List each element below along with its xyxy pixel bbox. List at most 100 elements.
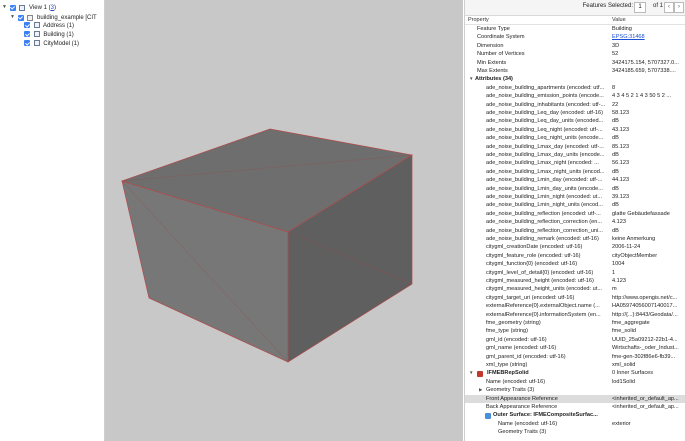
table-row[interactable]: Dimension 3D (465, 42, 685, 50)
table-row[interactable]: ade_noise_building_Lmin_night (encoded: … (465, 193, 685, 201)
table-row[interactable]: externalReference{0}.externalObject.name… (465, 302, 685, 310)
table-row[interactable]: ▼Outer Surface: IFMECompositeSurfac... (465, 411, 685, 419)
table-row[interactable]: Max Extents 3424185.659, 5707338.... (465, 67, 685, 75)
table-row[interactable]: Coordinate System EPSG:31468 (465, 33, 685, 41)
property-name: Dimension (477, 42, 504, 49)
property-name: ade_noise_building_Lmin_night_units (enc… (486, 202, 603, 209)
property-value: fme_aggregate (612, 320, 650, 326)
table-row[interactable]: Feature Type Building (465, 25, 685, 33)
property-value: exterior (612, 420, 631, 427)
tree-item-view[interactable]: ▼ View 1 (3) (2, 3, 56, 12)
property-value: dB (612, 185, 619, 192)
table-row[interactable]: citygml_creationDate (encoded: utf-16) 20… (465, 243, 685, 251)
chevron-down-icon[interactable]: ▼ (10, 13, 16, 22)
tree-item-citymodel[interactable]: CityModel (1) (24, 40, 79, 49)
table-row[interactable]: gml_parent_id (encoded: utf-16) fme-gen-3… (465, 353, 685, 361)
table-row[interactable]: xml_type (string) xml_solid (465, 361, 685, 369)
tree-item-dataset[interactable]: ▼ building_example [CIT (10, 13, 97, 22)
table-row[interactable]: ade_noise_building_Leq_night (encoded: u… (465, 126, 685, 134)
property-value: Building (612, 26, 632, 32)
property-name: ade_noise_building_reflection_correction… (486, 219, 602, 226)
chevron-down-icon[interactable]: ▼ (469, 75, 473, 83)
property-name: citygml_function{0} (encoded: utf-16) (486, 261, 578, 268)
table-row[interactable]: citygml_measured_height_units (encoded: … (465, 285, 685, 293)
chevron-down-icon[interactable]: ▼ (2, 3, 8, 12)
table-row[interactable]: citygml_measured_height (encoded: utf-16… (465, 277, 685, 285)
table-row[interactable]: externalReference{0}.informationSystem (… (465, 311, 685, 319)
property-value: HA0597405600714001​7... (612, 303, 678, 310)
property-name: ade_noise_building_Lmin_day_units (encod… (486, 185, 603, 192)
chevron-down-icon[interactable]: ▼ (469, 369, 473, 377)
checkbox-icon[interactable] (17, 14, 24, 21)
property-value: 1 (612, 269, 616, 276)
property-value: fme_solid (612, 328, 636, 335)
table-row[interactable]: citygml_target_uri (encoded: utf-16) http… (465, 294, 685, 302)
table-row[interactable]: ▼ Attributes (34) (465, 75, 685, 83)
next-button[interactable]: › (674, 2, 684, 13)
table-row[interactable]: ade_noise_building_Leq_night_units (enco… (465, 134, 685, 142)
table-row[interactable]: ade_noise_building_remark (encoded: utf-… (465, 235, 685, 243)
table-row[interactable]: ▶ Geometry Traits (3) (465, 386, 685, 394)
page-number-input[interactable]: 1 (634, 2, 646, 13)
property-name: ade_noise_building_emission_points (enco… (486, 93, 604, 100)
table-row[interactable]: ade_noise_building_Lmax_day_units (encod… (465, 151, 685, 159)
table-row[interactable]: ade_noise_building_reflection_correction… (465, 218, 685, 226)
table-row[interactable]: ade_noise_building_emission_points (enco… (465, 92, 685, 100)
table-row[interactable]: Number of Vertices 52 (465, 50, 685, 58)
property-value: fme-gen-302f86e6-fb39... (612, 353, 676, 360)
property-name: xml_type (string) (486, 362, 528, 368)
table-row[interactable]: citygml_feature_role (encoded: utf-16) ci… (465, 252, 685, 260)
table-row[interactable]: ade_noise_building_reflection (encoded: … (465, 210, 685, 218)
coordinate-system-link[interactable]: EPSG:31468 (612, 33, 684, 41)
checkbox-icon[interactable] (24, 40, 30, 47)
column-header-property[interactable]: Property (468, 16, 489, 24)
tree-item-building[interactable]: Building (1) (24, 31, 74, 40)
3d-viewport[interactable] (105, 0, 463, 441)
tree-item-address[interactable]: Address (1) (24, 22, 74, 31)
table-row[interactable]: ade_noise_building_Lmax_day (encoded: ut… (465, 143, 685, 151)
property-value: dB (612, 135, 619, 142)
table-row[interactable]: gml_name (encoded: utf-16) Wirtschafts-_o… (465, 344, 685, 352)
property-value: 4.123 (612, 278, 626, 284)
table-row[interactable]: Geometry Traits (3) (465, 428, 685, 436)
property-value: xml_solid (612, 362, 636, 368)
table-row[interactable]: citygml_function{0} (encoded: utf-16) 100… (465, 260, 685, 268)
property-value: http://{...}:8443/Geodata/... (612, 311, 678, 318)
column-header-value[interactable]: Value (612, 16, 626, 24)
table-row[interactable]: ade_noise_building_apartments (encoded: … (465, 84, 685, 92)
features-selected-label: Features Selected: (582, 3, 633, 9)
table-row[interactable]: ade_noise_building_reflection_correction… (465, 227, 685, 235)
table-row[interactable]: Name (encoded: utf-16) exterior (465, 420, 685, 428)
table-row[interactable]: fme_geometry (string) fme_aggregate (465, 319, 685, 327)
property-value: glatte Gebäudefassade (612, 210, 670, 217)
table-row[interactable]: ade_noise_building_Lmin_day_units (encod… (465, 185, 685, 193)
property-name: Feature Type (477, 26, 510, 32)
property-name: externalReference{0}.externalObject.name… (486, 303, 600, 310)
property-value: Wirtschafts-_oder_Indust... (612, 345, 679, 352)
checkbox-icon[interactable] (24, 22, 30, 29)
table-row[interactable]: ▼ IFMEBRepSolid 0 Inner Surfaces (465, 369, 685, 377)
layers-tree-panel: ▼ View 1 (3) ▼ building_example [CIT Add… (0, 0, 105, 441)
checkbox-icon[interactable] (24, 31, 30, 38)
table-row[interactable]: ade_noise_building_inhabitants (encoded:… (465, 101, 685, 109)
table-row[interactable]: ade_noise_building_Lmax_night_units (enc… (465, 168, 685, 176)
table-row[interactable]: citygml_level_of_detail{0} (encoded: utf… (465, 269, 685, 277)
property-value: 3424185.659, 5707338.... (612, 68, 676, 74)
table-row[interactable]: fme_type (string) fme_solid (465, 327, 685, 335)
table-row[interactable]: ade_noise_building_Lmin_night_units (enc… (465, 201, 685, 209)
property-value: UUID_25a09212-22b1-4... (612, 336, 678, 343)
checkbox-icon[interactable] (9, 4, 16, 11)
table-row[interactable]: Front Appearance Reference <inherited_or_… (465, 394, 685, 403)
table-row[interactable]: ade_noise_building_Lmax_night (encoded: … (465, 159, 685, 167)
table-row[interactable]: ade_noise_building_Lmin_day (encoded: ut… (465, 176, 685, 184)
table-row[interactable]: ade_noise_building_Leq_day (encoded: utf… (465, 109, 685, 117)
chevron-right-icon[interactable]: ▶ (479, 386, 482, 394)
property-value: 58.123 (612, 110, 630, 116)
table-row[interactable]: gml_id (encoded: utf-16) UUID_25a09212-22… (465, 336, 685, 344)
table-row[interactable]: ade_noise_building_Leq_day_units (encode… (465, 117, 685, 125)
table-row[interactable]: Name (encoded: utf-16) lod1Solid (465, 378, 685, 386)
table-row[interactable]: Min Extents 3424175.154, 5707327.0... (465, 59, 685, 67)
previous-button[interactable]: ‹ (664, 2, 674, 13)
property-value: 3D (612, 42, 620, 49)
table-row[interactable]: Back Appearance Reference <inherited_or_d… (465, 403, 685, 411)
